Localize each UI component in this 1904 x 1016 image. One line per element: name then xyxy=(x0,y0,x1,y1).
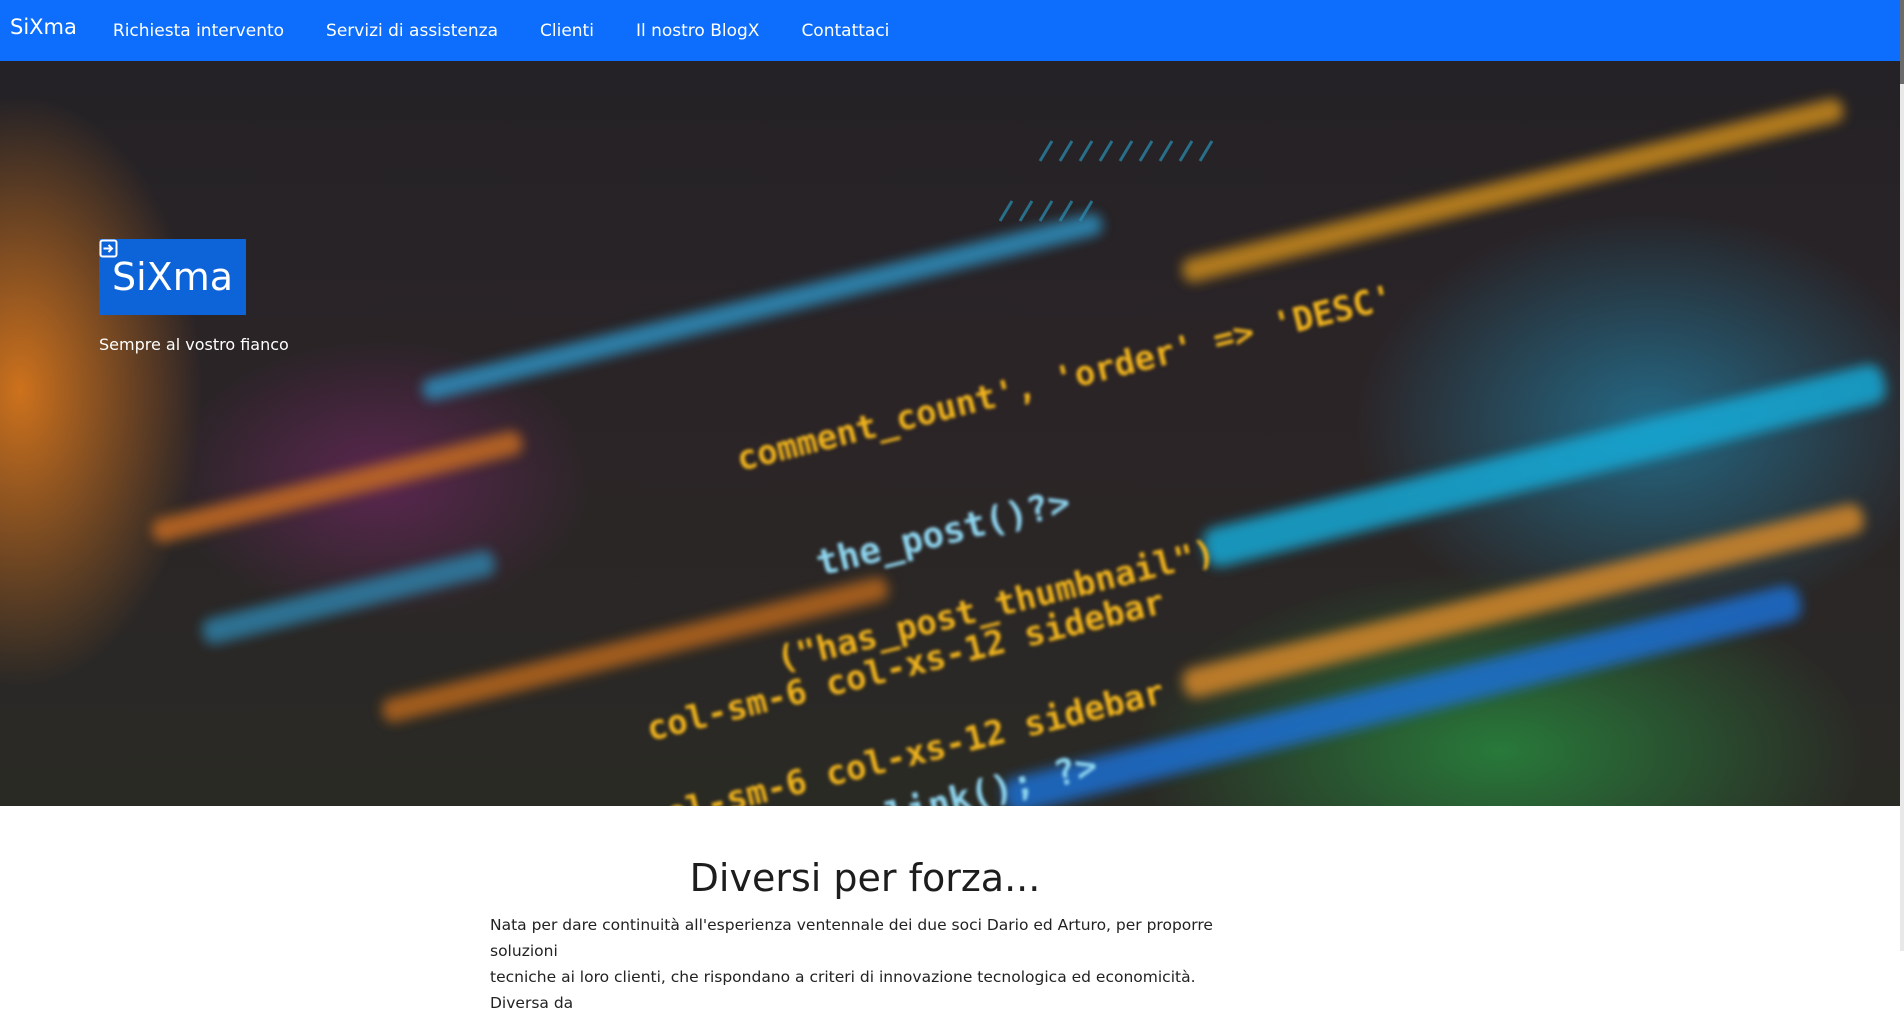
top-dash-pattern xyxy=(998,140,1214,222)
page-scrollbar[interactable] xyxy=(1900,0,1904,951)
hero-banner: comment_count', 'order' => 'DESC' the_po… xyxy=(0,61,1900,806)
nav-link-clienti[interactable]: Clienti xyxy=(540,21,594,41)
hero-code-background-image: comment_count', 'order' => 'DESC' the_po… xyxy=(152,98,1886,806)
nav-link-blog[interactable]: Il nostro BlogX xyxy=(636,21,759,41)
about-text: Nata per dare continuità all'esperienza … xyxy=(490,912,1220,1016)
nav-link-richiesta-intervento[interactable]: Richiesta intervento xyxy=(113,21,284,41)
hero-content: SiXma Sempre al vostro fianco xyxy=(99,239,289,381)
blurred-code-streaks xyxy=(152,98,1886,806)
page-scrollbar-thumb[interactable] xyxy=(1900,0,1904,84)
about-title: Diversi per forza... xyxy=(689,856,1041,900)
nav-link-contattaci[interactable]: Contattaci xyxy=(801,21,889,41)
hero-title-box: SiXma xyxy=(99,239,247,315)
about-text-line-2: tecniche ai loro clienti, che rispondano… xyxy=(490,968,1196,1012)
brand-logo-link[interactable]: SiXma xyxy=(10,15,77,39)
box-arrow-in-right-icon[interactable] xyxy=(99,239,118,376)
top-navbar: SiXma Richiesta intervento Servizi di as… xyxy=(0,0,1904,61)
code-line-2: the_post()?> xyxy=(812,482,1074,585)
hero-subtitle: Sempre al vostro fianco xyxy=(99,335,289,354)
hero-title: SiXma xyxy=(112,255,234,299)
about-text-line-1: Nata per dare continuità all'esperienza … xyxy=(490,916,1213,960)
nav-link-servizi-assistenza[interactable]: Servizi di assistenza xyxy=(326,21,498,41)
code-line-1: comment_count', 'order' => 'DESC' xyxy=(733,277,1398,479)
nav-links: Richiesta intervento Servizi di assisten… xyxy=(113,21,932,41)
